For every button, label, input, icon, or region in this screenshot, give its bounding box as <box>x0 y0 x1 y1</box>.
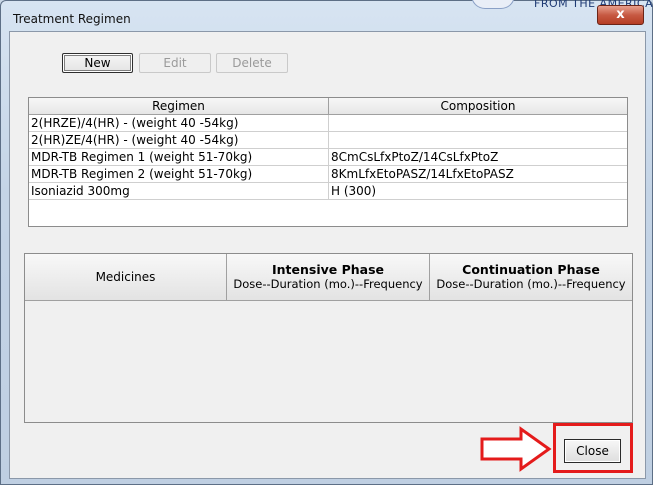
table-header: Regimen Composition <box>29 98 627 115</box>
close-icon: x <box>616 7 625 22</box>
window-close-button[interactable]: x <box>597 5 644 25</box>
regimen-cell: MDR-TB Regimen 1 (weight 51-70kg) <box>29 149 329 165</box>
column-header-composition[interactable]: Composition <box>329 98 627 114</box>
composition-cell <box>329 132 627 148</box>
close-button[interactable]: Close <box>564 439 621 463</box>
composition-cell <box>329 115 627 131</box>
intensive-phase-title: Intensive Phase <box>271 262 385 277</box>
composition-cell: 8KmLfxEtoPASZ/14LfxEtoPASZ <box>331 167 514 181</box>
regimen-cell: 2(HR)ZE/4(HR) - (weight 40 -54kg) <box>29 132 329 148</box>
column-header-intensive-phase[interactable]: Intensive Phase Dose--Duration (mo.)--Fr… <box>227 254 430 300</box>
table-row[interactable]: 2(HRZE)/4(HR) - (weight 40 -54kg) <box>29 115 627 132</box>
window-title: Treatment Regimen <box>13 12 131 26</box>
edit-button[interactable]: Edit <box>139 53 211 73</box>
logo-emblem <box>471 0 515 9</box>
dialog-window: Treatment Regimen FROM THE AMERICAN x Ne… <box>0 0 653 485</box>
dialog-content: New Edit Delete Regimen Composition 2(HR… <box>9 31 646 479</box>
intensive-phase-subtitle: Dose--Duration (mo.)--Frequency <box>233 277 423 291</box>
regimen-cell: 2(HRZE)/4(HR) - (weight 40 -54kg) <box>29 115 329 131</box>
medicines-table: Medicines Intensive Phase Dose--Duration… <box>24 253 633 423</box>
table-header: Medicines Intensive Phase Dose--Duration… <box>25 254 632 301</box>
composition-cell: 8CmCsLfxPtoZ/14CsLfxPtoZ <box>331 150 499 164</box>
regimen-cell: Isoniazid 300mg <box>29 183 329 199</box>
continuation-phase-title: Continuation Phase <box>462 262 600 277</box>
title-bar[interactable]: Treatment Regimen FROM THE AMERICAN x <box>1 0 653 31</box>
table-row[interactable]: Isoniazid 300mg H (300) <box>29 183 627 200</box>
regimen-cell: MDR-TB Regimen 2 (weight 51-70kg) <box>29 166 329 182</box>
new-button[interactable]: New <box>62 53 133 73</box>
delete-button[interactable]: Delete <box>216 53 288 73</box>
column-header-medicines[interactable]: Medicines <box>25 254 227 300</box>
column-header-continuation-phase[interactable]: Continuation Phase Dose--Duration (mo.)-… <box>430 254 632 300</box>
composition-cell: H (300) <box>331 184 377 198</box>
column-header-regimen[interactable]: Regimen <box>29 98 329 114</box>
regimen-table: Regimen Composition 2(HRZE)/4(HR) - (wei… <box>28 97 628 227</box>
continuation-phase-subtitle: Dose--Duration (mo.)--Frequency <box>436 277 626 291</box>
table-row[interactable]: 2(HR)ZE/4(HR) - (weight 40 -54kg) <box>29 132 627 149</box>
annotation-arrow-icon <box>480 426 552 472</box>
table-row[interactable]: MDR-TB Regimen 2 (weight 51-70kg) 8KmLfx… <box>29 166 627 183</box>
table-row[interactable]: MDR-TB Regimen 1 (weight 51-70kg) 8CmCsL… <box>29 149 627 166</box>
